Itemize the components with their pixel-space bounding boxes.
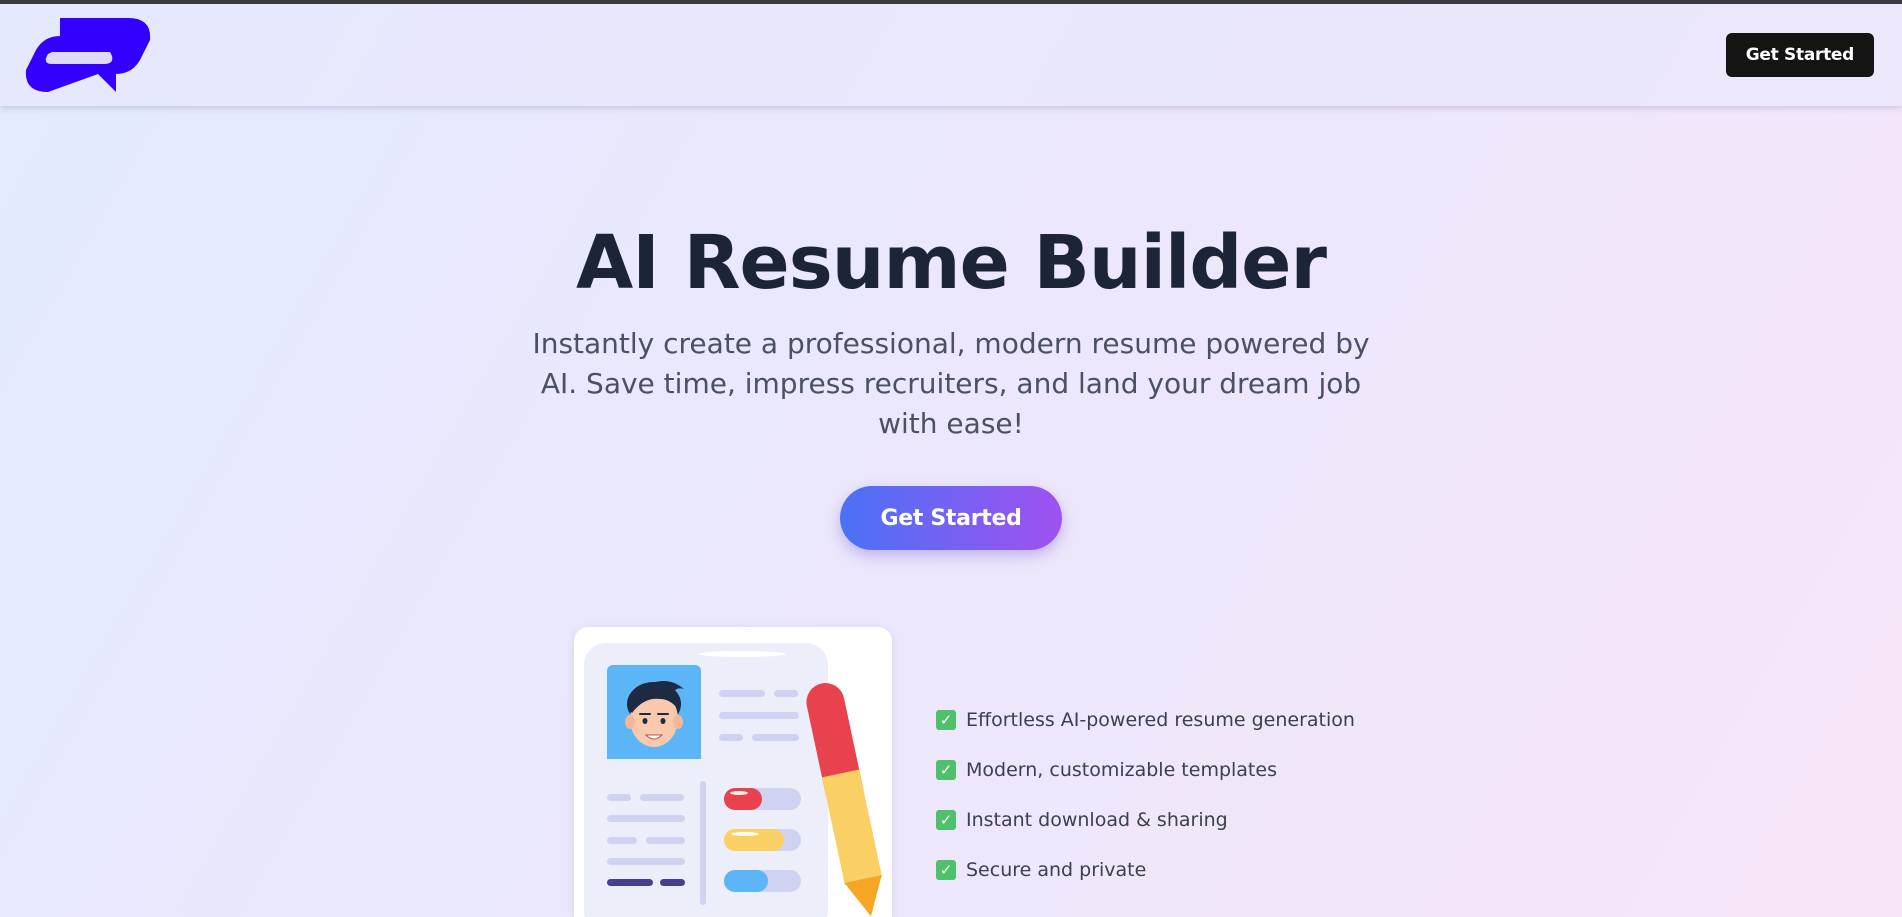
hero-get-started-button[interactable]: Get Started [840, 486, 1062, 550]
resume-with-pen-illustration-icon [584, 643, 883, 917]
nav-get-started-button[interactable]: Get Started [1725, 33, 1874, 77]
brand-logo-icon [25, 18, 151, 92]
navbar: Get Started [0, 4, 1902, 106]
check-icon: ✓ [936, 710, 956, 730]
hero-section: AI Resume Builder Instantly create a pro… [0, 106, 1902, 550]
feature-label: Effortless AI-powered resume generation [966, 709, 1355, 731]
check-icon: ✓ [936, 760, 956, 780]
hero-title: AI Resume Builder [576, 220, 1327, 306]
resume-illustration [574, 627, 892, 917]
feature-item: ✓ Secure and private [936, 845, 1355, 895]
feature-item: ✓ Instant download & sharing [936, 795, 1355, 845]
feature-label: Instant download & sharing [966, 809, 1228, 831]
feature-label: Secure and private [966, 859, 1147, 881]
feature-item: ✓ Modern, customizable templates [936, 745, 1355, 795]
feature-list: ✓ Effortless AI-powered resume generatio… [936, 695, 1355, 895]
logo-link[interactable] [24, 18, 152, 92]
feature-label: Modern, customizable templates [966, 759, 1277, 781]
feature-item: ✓ Effortless AI-powered resume generatio… [936, 695, 1355, 745]
check-icon: ✓ [936, 860, 956, 880]
hero-subtitle: Instantly create a professional, modern … [532, 327, 1370, 440]
check-icon: ✓ [936, 810, 956, 830]
